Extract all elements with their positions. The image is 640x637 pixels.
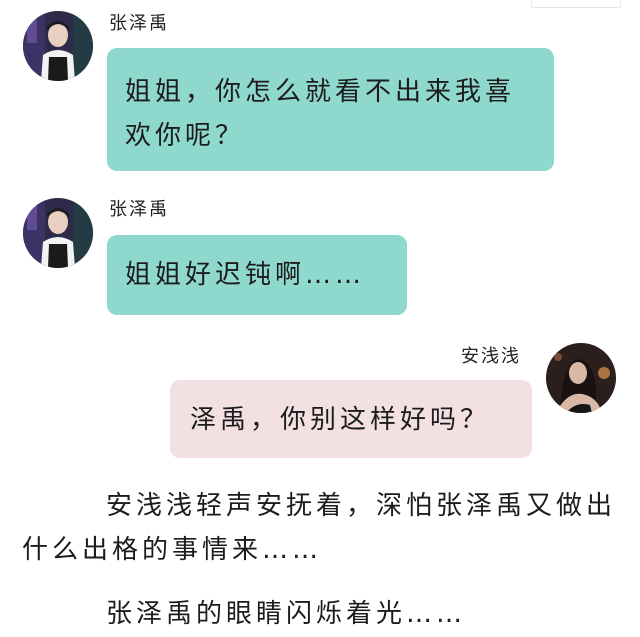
narration-paragraph: 张泽禹的眼睛闪烁着光…… xyxy=(106,599,467,629)
message-bubble-received: 姐姐，你怎么就看不出来我喜欢你呢？ xyxy=(107,48,554,171)
girl-portrait-avatar-icon xyxy=(546,343,616,413)
sender-avatar-boy[interactable] xyxy=(23,11,93,81)
narration-paragraph: 安浅浅轻声安抚着，深怕张泽禹又做出什么出格的事情来…… xyxy=(22,491,617,565)
message-bubble-sent: 泽禹，你别这样好吗？ xyxy=(170,380,532,458)
sender-name: 张泽禹 xyxy=(109,199,169,220)
boy-portrait-avatar-icon xyxy=(23,198,93,268)
sender-avatar-boy[interactable] xyxy=(23,198,93,268)
boy-portrait-avatar-icon xyxy=(23,11,93,81)
top-right-box xyxy=(531,0,621,8)
message-bubble-received: 姐姐好迟钝啊…… xyxy=(107,235,407,315)
sender-name: 张泽禹 xyxy=(109,13,169,34)
sender-avatar-girl[interactable] xyxy=(546,343,616,413)
sender-name: 安浅浅 xyxy=(461,346,521,367)
